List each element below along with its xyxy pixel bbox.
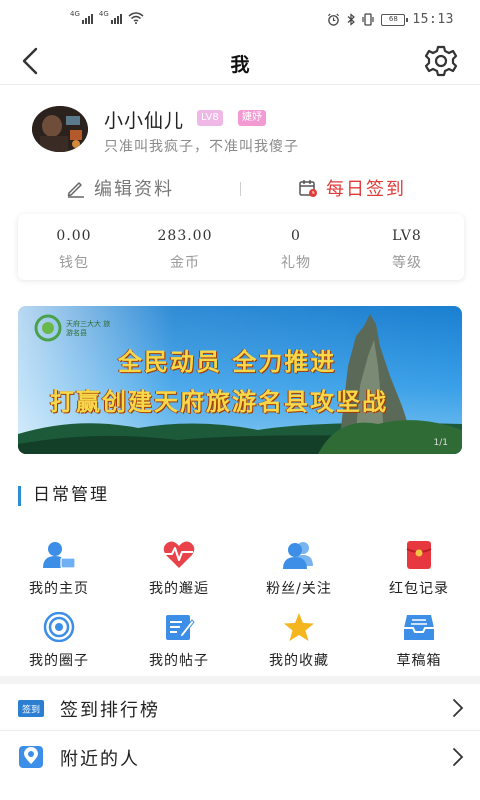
stat-value: LV8 [392,228,422,244]
nav-bar: 我 [0,40,480,84]
battery-icon: 68 [381,13,409,26]
banner-pager: 1/1 [433,438,448,448]
grid-item-label: 草稿箱 [396,653,442,669]
list-item-nearby-people[interactable]: 附近的人 [0,733,480,781]
grid-item-label: 我的圈子 [29,653,89,669]
divider [240,182,241,196]
stat-label: 等级 [392,255,422,271]
signal-strength-icon: 4G [98,10,122,24]
wifi-icon [128,12,144,24]
title-badge: 婕妤 [238,110,266,126]
stats-card: 0.00 钱包 283.00 金币 0 礼物 LV8 等级 [18,214,464,280]
calendar-icon [299,180,317,197]
daily-checkin-label: 每日签到 [326,179,406,200]
divider [0,730,480,731]
grid-item-fans-following[interactable]: 粉丝/关注 [244,540,354,600]
bluetooth-icon [347,13,356,26]
stat-value: 0 [291,228,301,244]
avatar[interactable] [32,106,88,152]
page-title: 我 [230,54,250,76]
clock: 15:13 [412,12,454,27]
location-pin-icon [19,746,43,768]
star-icon [284,613,314,641]
stat-value: 283.00 [157,228,213,244]
stat-value: 0.00 [56,228,92,244]
grid-item-my-circles[interactable]: 我的圈子 [4,612,114,672]
stat-coins[interactable]: 283.00 金币 [129,214,241,280]
stat-label: 礼物 [281,255,311,271]
status-right: 68 15:13 [327,12,454,27]
level-badge: LV8 [197,110,223,126]
section-separator [0,676,480,684]
list-item-checkin-leaderboard[interactable]: 签到 签到排行榜 [0,684,480,732]
grid-item-label: 我的收藏 [269,653,329,669]
pencil-icon [67,182,84,198]
vibrate-icon [362,13,374,26]
stat-label: 钱包 [59,255,89,271]
inbox-tray-icon [404,615,434,640]
stat-gifts[interactable]: 0 礼物 [240,214,352,280]
signal-strength-icon: 4G [70,10,93,24]
grid-item-label: 粉丝/关注 [266,581,332,597]
status-bar: 4G 4G 68 15:13 [0,0,480,40]
daily-checkin-button[interactable]: 每日签到 [298,172,406,204]
grid-item-red-envelope-records[interactable]: 红包记录 [364,540,474,600]
gear-icon[interactable] [424,44,458,78]
promo-banner[interactable]: 天府三大大 旅游名县 全民动员 全力推进 打赢创建天府旅游名县攻坚战 1/1 [18,306,462,454]
red-envelope-icon [406,541,432,569]
network-type-label: 4G [70,10,80,18]
heartbeat-icon [163,541,195,568]
grid-item-label: 我的邂逅 [149,581,209,597]
profile-header: 小小仙儿 LV8 婕妤 只准叫我疯子，不准叫我傻子 [0,104,480,164]
grid-item-my-favorites[interactable]: 我的收藏 [244,612,354,672]
svg-text:签到: 签到 [22,704,40,716]
network-type-label: 4G [98,10,109,18]
banner-headline-1: 全民动员 全力推进 [118,348,337,376]
stat-wallet[interactable]: 0.00 钱包 [18,214,130,280]
grid-item-label: 我的帖子 [149,653,209,669]
list-item-label: 附近的人 [60,749,140,770]
grid-item-my-posts[interactable]: 我的帖子 [124,612,234,672]
section-title-daily-management: 日常管理 [18,486,109,506]
stat-level[interactable]: LV8 等级 [351,214,463,280]
profile-actions: 编辑资料 每日签到 [0,172,480,204]
banner-logo-text: 天府三大大 旅游名县 [66,320,111,337]
checkin-badge-icon: 签到 [18,700,44,717]
signal-indicators: 4G 4G [70,10,144,24]
avatar-photo [32,106,88,152]
chevron-right-icon [453,699,464,717]
users-icon [283,542,313,569]
chevron-right-icon [453,748,464,766]
list-item-label: 签到排行榜 [60,700,160,721]
grid-item-label: 红包记录 [389,581,449,597]
banner-headline-2: 打赢创建天府旅游名县攻坚战 [50,388,388,416]
person-card-icon [43,542,75,569]
grid-item-my-homepage[interactable]: 我的主页 [4,540,114,600]
alarm-icon [328,13,340,26]
stat-label: 金币 [170,255,200,271]
edit-profile-button[interactable]: 编辑资料 [66,172,174,204]
user-signature: 只准叫我疯子，不准叫我傻子 [104,139,299,155]
edit-profile-label: 编辑资料 [94,179,174,200]
grid-item-label: 我的主页 [29,581,89,597]
divider [0,84,480,85]
grid-item-drafts[interactable]: 草稿箱 [364,612,474,672]
grid-item-my-encounters[interactable]: 我的邂逅 [124,540,234,600]
username: 小小仙儿 [104,110,185,132]
post-edit-icon [166,615,195,640]
target-circle-icon [43,612,75,642]
